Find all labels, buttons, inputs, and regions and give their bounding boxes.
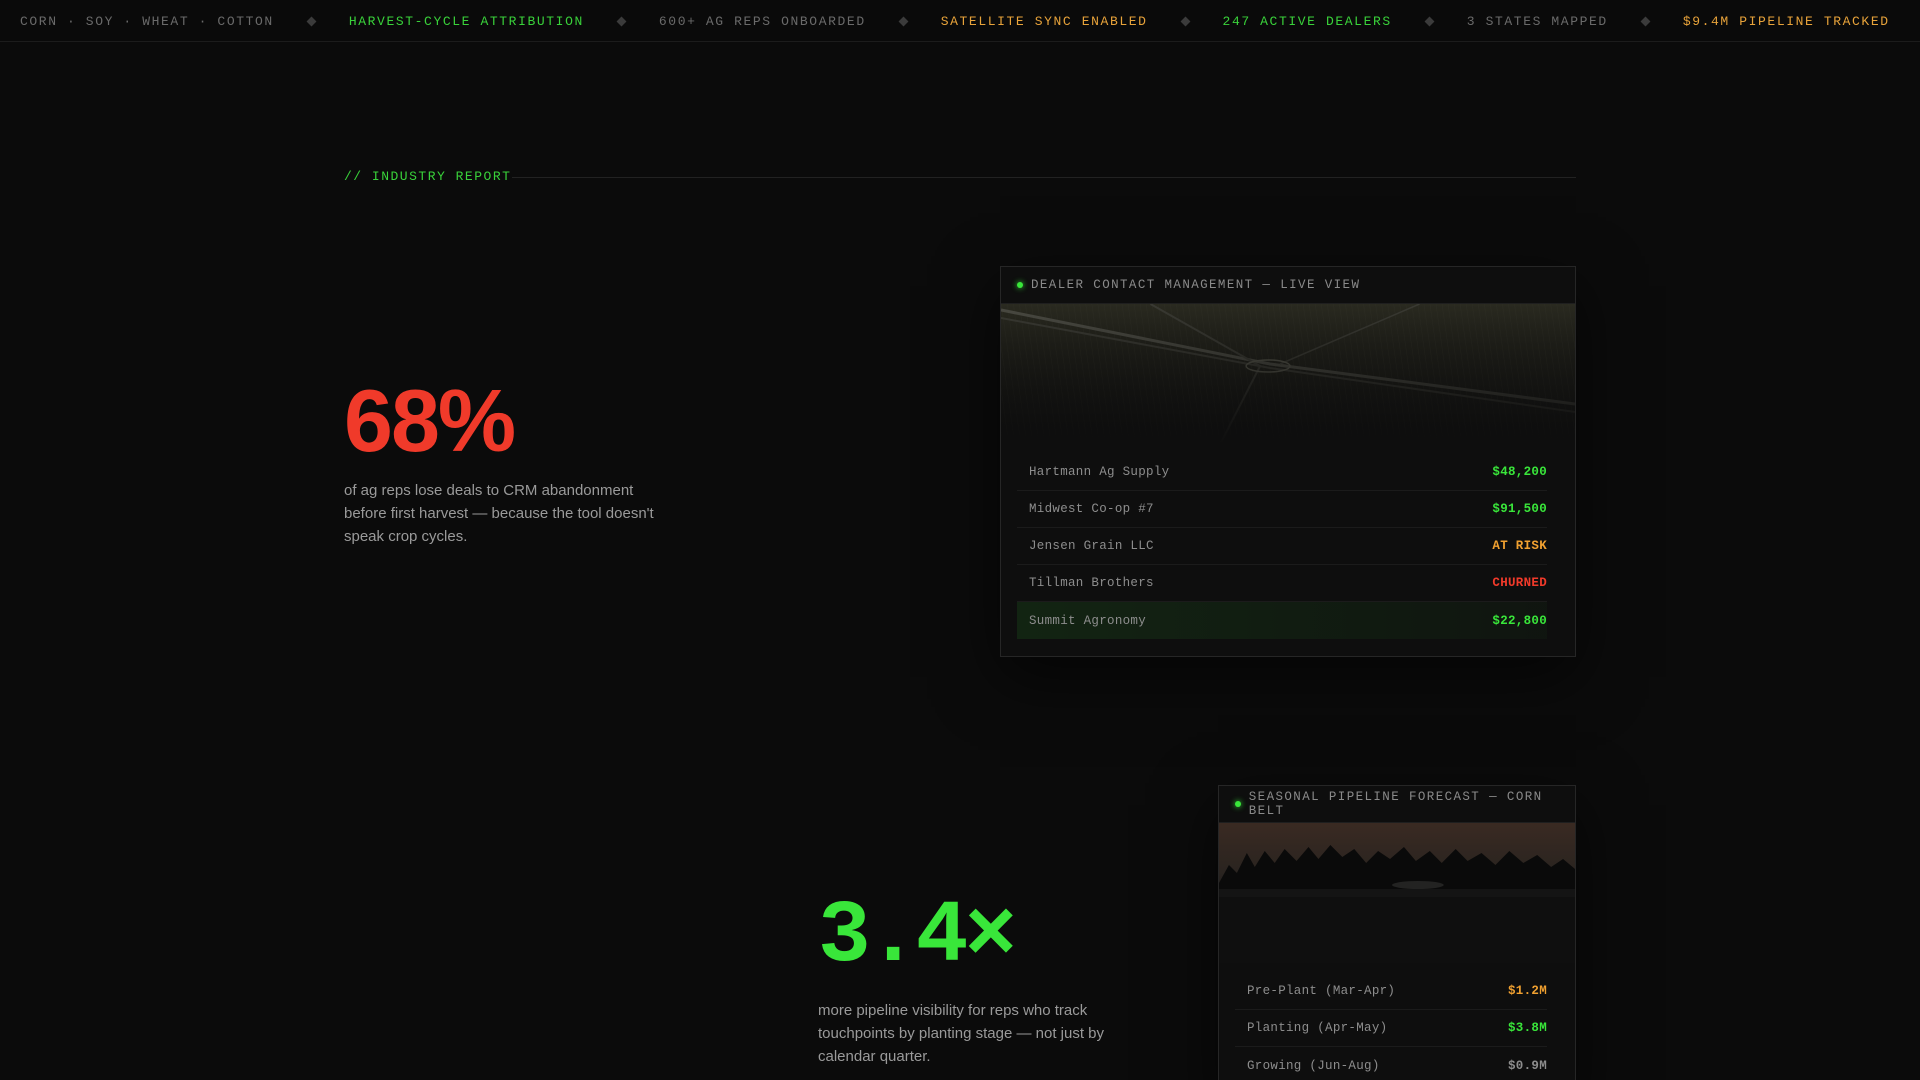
row-label: Tillman Brothers: [1029, 576, 1154, 590]
ticker-item: 600+ AG REPS ONBOARDED: [658, 13, 866, 29]
row-label: Hartmann Ag Supply: [1029, 465, 1170, 479]
table-row[interactable]: Tillman Brothers CHURNED: [1017, 565, 1547, 602]
diamond-separator-icon: [898, 16, 909, 26]
stat-description-abandonment: of ag reps lose deals to CRM abandonment…: [344, 482, 654, 545]
table-row[interactable]: Midwest Co-op #7 $91,500: [1017, 491, 1547, 528]
row-label: Planting (Apr-May): [1247, 1021, 1388, 1035]
row-label: Pre-Plant (Mar-Apr): [1247, 984, 1396, 998]
ticker-item: HARVEST-CYCLE ATTRIBUTION: [348, 13, 584, 29]
stat-value-abandonment: 68%: [344, 371, 516, 470]
live-indicator-icon: [1235, 801, 1241, 807]
row-label: Midwest Co-op #7: [1029, 502, 1154, 516]
diamond-separator-icon: [306, 16, 317, 26]
live-indicator-icon: [1017, 282, 1023, 288]
section-divider: [512, 177, 1576, 178]
card-title: DEALER CONTACT MANAGEMENT — LIVE VIEW: [1031, 278, 1361, 292]
row-value: $3.8M: [1507, 1021, 1547, 1035]
row-value: $22,800: [1492, 613, 1547, 628]
diamond-separator-icon: [616, 16, 627, 26]
diamond-separator-icon: [1424, 16, 1435, 26]
row-value: $1.2M: [1507, 984, 1547, 998]
table-row[interactable]: Growing (Jun-Aug) $0.9M: [1235, 1047, 1547, 1080]
stat-description-visibility: more pipeline visibility for reps who tr…: [818, 1002, 1105, 1065]
table-row[interactable]: Summit Agronomy $22,800: [1017, 602, 1547, 639]
row-value: $0.9M: [1507, 1058, 1547, 1073]
card-header: DEALER CONTACT MANAGEMENT — LIVE VIEW: [1001, 267, 1575, 304]
dealer-contact-card: DEALER CONTACT MANAGEMENT — LIVE VIEW Ha…: [1000, 266, 1576, 657]
seasonal-forecast-card: SEASONAL PIPELINE FORECAST — CORN BELT P…: [1218, 785, 1576, 1080]
table-row[interactable]: Hartmann Ag Supply $48,200: [1017, 454, 1547, 491]
ticker-item: 3 STATES MAPPED: [1466, 13, 1608, 29]
stat-value-visibility: 3.4×: [818, 888, 1017, 987]
table-row[interactable]: Planting (Apr-May) $3.8M: [1235, 1010, 1547, 1047]
row-value: CHURNED: [1492, 576, 1547, 590]
table-row[interactable]: Pre-Plant (Mar-Apr) $1.2M: [1235, 973, 1547, 1010]
ticker-bar: CORN · SOY · WHEAT · COTTON HARVEST-CYCLE…: [0, 0, 1920, 42]
row-value: $48,200: [1492, 465, 1547, 479]
ticker-item: $9.4M PIPELINE TRACKED: [1682, 13, 1890, 29]
ticker-item: SATELLITE SYNC ENABLED: [940, 13, 1148, 29]
row-label: Summit Agronomy: [1029, 613, 1147, 628]
pipeline-stage-list: Pre-Plant (Mar-Apr) $1.2M Planting (Apr-Ma…: [1219, 963, 1575, 1080]
diamond-separator-icon: [1640, 16, 1651, 26]
row-label: Jensen Grain LLC: [1029, 539, 1154, 553]
diamond-separator-icon: [1180, 16, 1190, 26]
ticker-item: CORN · SOY · WHEAT · COTTON: [20, 13, 274, 29]
card-header: SEASONAL PIPELINE FORECAST — CORN BELT: [1219, 786, 1575, 823]
ticker-track: CORN · SOY · WHEAT · COTTON HARVEST-CYCLE…: [20, 0, 1890, 41]
ticker-item: 247 ACTIVE DEALERS: [1222, 13, 1392, 29]
table-row[interactable]: Jensen Grain LLC AT RISK: [1017, 528, 1547, 565]
treeline-dusk-image: [1219, 823, 1575, 963]
section-label: // INDUSTRY REPORT: [344, 169, 512, 184]
card-title: SEASONAL PIPELINE FORECAST — CORN BELT: [1248, 790, 1543, 818]
row-label: Growing (Jun-Aug): [1247, 1058, 1380, 1073]
row-value: $91,500: [1492, 502, 1547, 516]
dealer-list: Hartmann Ag Supply $48,200 Midwest Co-op #…: [1001, 444, 1575, 653]
row-value: AT RISK: [1492, 539, 1547, 553]
aerial-field-image: [1001, 304, 1575, 444]
